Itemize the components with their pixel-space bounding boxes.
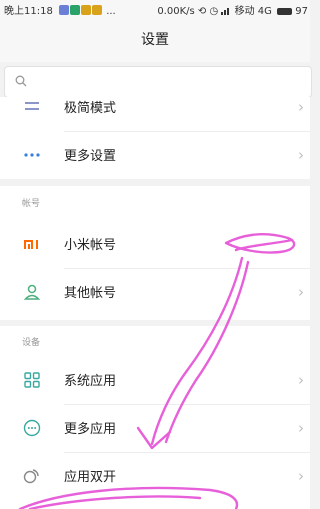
sync-icon: ⟲	[197, 6, 207, 17]
list-item-more-apps[interactable]: 更多应用 ›	[0, 404, 310, 452]
list-item-other-accounts[interactable]: 其他帐号 ›	[0, 268, 310, 316]
more-dots-icon	[24, 153, 40, 157]
carrier-label: 移动 4G	[234, 6, 272, 17]
app-notification-icon	[70, 5, 81, 15]
list-item-dual-apps[interactable]: 应用双开 ›	[0, 452, 310, 500]
chevron-right-icon: ›	[298, 283, 304, 301]
signal-icon	[221, 8, 230, 15]
grid-apps-icon	[24, 372, 40, 388]
list-item-label: 其他帐号	[64, 286, 117, 301]
device-items: 系统应用 › 更多应用 › 应用双开 ›	[0, 356, 310, 500]
list-item-mi-account[interactable]: 小米帐号	[0, 220, 310, 268]
status-time: 晚上11:18	[4, 6, 53, 17]
minimal-mode-icon	[25, 102, 39, 110]
accounts-items: 小米帐号 其他帐号 ›	[0, 220, 310, 316]
app-notification-icon	[81, 5, 92, 15]
app-notification-icon	[92, 5, 103, 15]
chevron-right-icon: ›	[298, 146, 304, 164]
section-label-device: 设备	[22, 338, 41, 348]
notification-icons	[59, 5, 103, 18]
list-item-label: 极简模式	[64, 101, 117, 116]
general-list: 极简模式 › 更多设置 ›	[0, 97, 310, 179]
list-item-label: 更多设置	[64, 149, 117, 164]
accounts-section: 帐号 小米帐号 其他帐号 ›	[0, 186, 310, 320]
section-label-accounts: 帐号	[22, 199, 41, 209]
list-item-more-settings[interactable]: 更多设置 ›	[0, 131, 310, 179]
status-right: 0.00K/s ⟲ ◷ 移动 4G 97	[157, 2, 308, 17]
person-icon	[23, 284, 41, 300]
list-item-system-apps[interactable]: 系统应用 ›	[0, 356, 310, 404]
status-bar: 晚上11:18 ... 0.00K/s ⟲ ◷ 移动 4G 97	[0, 0, 310, 18]
more-apps-icon	[23, 419, 41, 437]
chevron-right-icon: ›	[298, 371, 304, 389]
battery-level: 97	[295, 6, 308, 17]
dual-apps-icon	[23, 469, 39, 484]
chevron-right-icon: ›	[298, 98, 304, 116]
app-notification-icon	[59, 5, 70, 15]
network-speed: 0.00K/s	[157, 6, 195, 17]
list-item-label: 系统应用	[64, 374, 117, 389]
device-section: 设备 系统应用 › 更多应用 › 应用双开 ›	[0, 326, 310, 509]
alarm-icon: ◷	[209, 6, 219, 17]
list-item-label: 小米帐号	[64, 238, 117, 253]
mi-logo-icon	[24, 240, 38, 249]
search-icon	[15, 75, 27, 87]
status-more-dots: ...	[106, 6, 116, 17]
page-title: 设置	[0, 18, 310, 62]
chevron-right-icon: ›	[298, 467, 304, 485]
status-left: 晚上11:18 ...	[4, 2, 116, 18]
list-item-label: 更多应用	[64, 422, 117, 437]
list-item-label: 应用双开	[64, 470, 117, 485]
list-item-minimal-mode[interactable]: 极简模式 ›	[0, 97, 310, 131]
search-input[interactable]	[4, 66, 312, 98]
chevron-right-icon: ›	[298, 419, 304, 437]
battery-icon	[277, 8, 293, 15]
